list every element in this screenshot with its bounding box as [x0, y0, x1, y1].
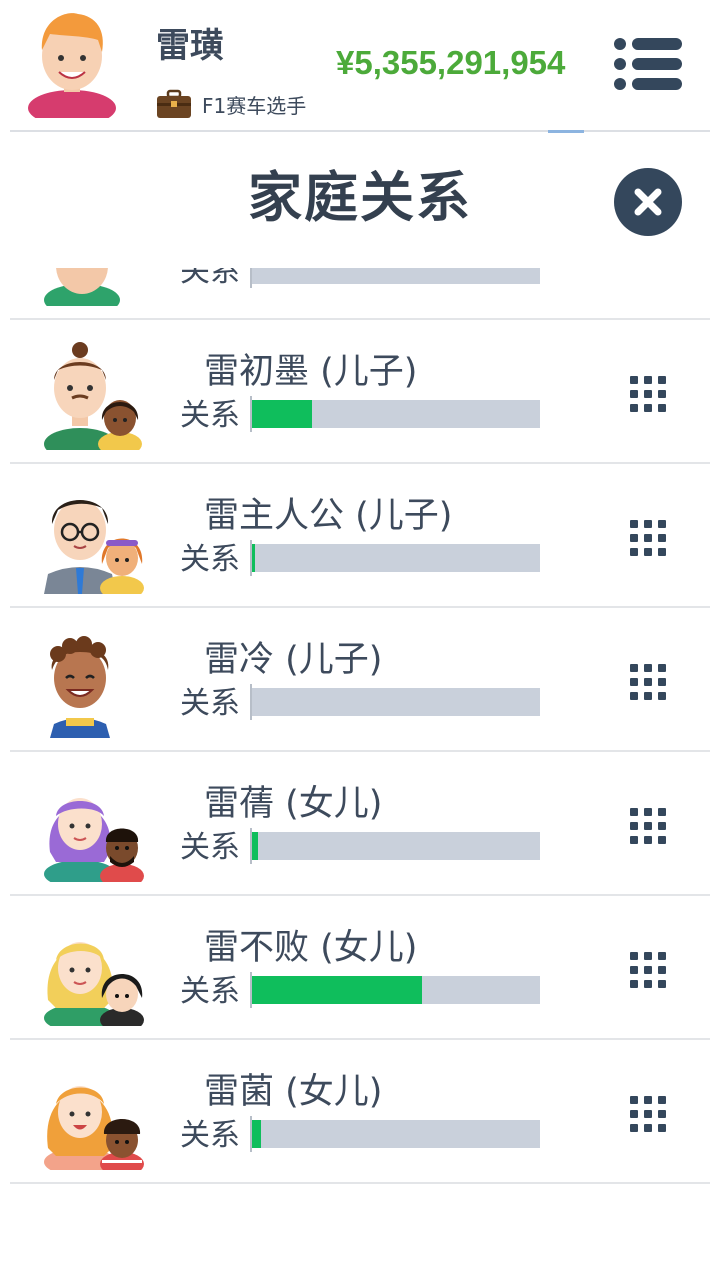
relationship-fill: [252, 832, 258, 860]
son-with-partner-avatar: [44, 342, 142, 450]
job-title: F1赛车选手: [202, 93, 307, 118]
header-divider: [10, 130, 710, 132]
relationship-fill: [252, 544, 255, 572]
relationship-bar: [250, 396, 540, 432]
relationship-label: 关系: [180, 686, 240, 721]
bar-start-tick: [250, 684, 252, 720]
player-name: 雷璜: [156, 26, 224, 66]
relationship-bar: [250, 540, 540, 576]
child-name: 雷初墨 (儿子): [204, 352, 418, 392]
relationship-bar: [250, 972, 540, 1008]
child-name: 雷蒨 (女儿): [204, 784, 383, 824]
son-with-partner-avatar: [44, 500, 144, 594]
relationship-label: 关系: [180, 268, 240, 289]
list-item[interactable]: 雷初墨 (儿子) 关系: [0, 320, 720, 464]
briefcase-icon: [157, 89, 191, 118]
money-balance: ¥5,355,291,954: [336, 44, 566, 81]
relationship-label: 关系: [180, 830, 240, 865]
options-button[interactable]: [630, 376, 666, 412]
family-list[interactable]: 关系 雷初墨 (儿子) 关系 雷主人公 (儿子) 关系 雷冷 (儿子) 关系 雷…: [0, 268, 720, 1188]
close-button[interactable]: [614, 168, 682, 236]
relationship-label: 关系: [180, 1118, 240, 1153]
list-item[interactable]: 雷主人公 (儿子) 关系: [0, 464, 720, 608]
child-name: 雷冷 (儿子): [204, 640, 383, 680]
daughter-with-partner-avatar: [44, 1086, 144, 1170]
relationship-bar: [250, 1116, 540, 1152]
panel-title: 家庭关系: [248, 166, 472, 229]
list-item[interactable]: 雷蒨 (女儿) 关系: [0, 752, 720, 896]
child-name: 雷主人公 (儿子): [204, 496, 453, 536]
child-avatar: [44, 268, 120, 306]
bar-start-tick: [250, 972, 252, 1008]
options-button[interactable]: [630, 520, 666, 556]
bar-start-tick: [250, 268, 252, 288]
child-name: 雷不败 (女儿): [204, 928, 418, 968]
relationship-bar: [250, 268, 540, 288]
options-button[interactable]: [630, 1096, 666, 1132]
son-avatar: [50, 636, 110, 738]
job-info[interactable]: F1赛车选手: [156, 88, 306, 120]
player-avatar[interactable]: [26, 10, 118, 118]
header-accent: [548, 130, 584, 133]
list-menu-icon[interactable]: [612, 36, 684, 92]
list-item[interactable]: 雷菌 (女儿) 关系: [0, 1040, 720, 1184]
bar-start-tick: [250, 396, 252, 432]
options-button[interactable]: [630, 952, 666, 988]
daughter-with-partner-avatar: [44, 942, 144, 1026]
close-icon: [634, 188, 662, 216]
bar-start-tick: [250, 828, 252, 864]
options-button[interactable]: [630, 664, 666, 700]
daughter-with-partner-avatar: [44, 798, 144, 882]
list-item[interactable]: 雷冷 (儿子) 关系: [0, 608, 720, 752]
bar-start-tick: [250, 1116, 252, 1152]
relationship-fill: [252, 1120, 261, 1148]
relationship-label: 关系: [180, 974, 240, 1009]
row-divider: [10, 1182, 710, 1184]
bar-start-tick: [250, 540, 252, 576]
relationship-bar: [250, 828, 540, 864]
child-name: 雷菌 (女儿): [204, 1072, 383, 1112]
relationship-label: 关系: [180, 398, 240, 433]
relationship-label: 关系: [180, 542, 240, 577]
top-status-bar: 雷璜 F1赛车选手 ¥5,355,291,954: [0, 0, 720, 133]
relationship-fill: [252, 400, 312, 428]
relationship-bar: [250, 684, 540, 720]
list-item[interactable]: 雷不败 (女儿) 关系: [0, 896, 720, 1040]
list-item[interactable]: 关系: [0, 268, 720, 320]
options-button[interactable]: [630, 808, 666, 844]
relationship-fill: [252, 976, 422, 1004]
